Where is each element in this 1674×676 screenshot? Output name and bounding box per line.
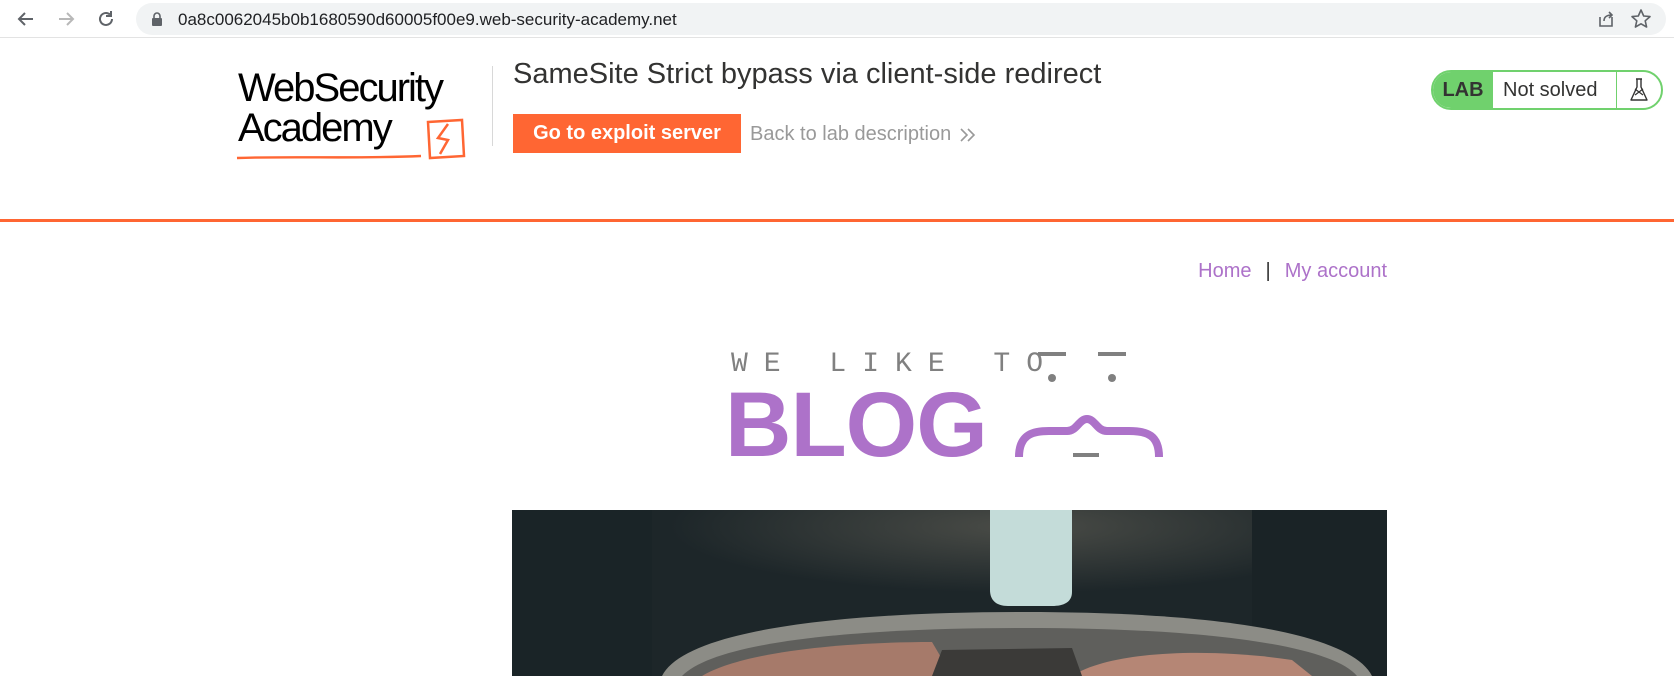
header-divider	[492, 66, 493, 146]
candle-photo	[512, 510, 1387, 676]
bookmark-star-icon[interactable]	[1630, 8, 1652, 30]
lab-status-text: Not solved	[1493, 72, 1617, 108]
lab-badge: LAB	[1433, 72, 1493, 108]
flask-icon	[1617, 72, 1661, 108]
lock-icon	[152, 12, 162, 26]
back-to-lab-description-link[interactable]: Back to lab description	[750, 123, 977, 146]
back-arrow-icon[interactable]	[12, 5, 40, 33]
web-security-academy-logo[interactable]: WebSecurity Academy	[236, 66, 488, 164]
blog-post-image[interactable]	[512, 510, 1387, 676]
banner-title: BLOG	[725, 374, 988, 476]
home-link[interactable]: Home	[1198, 260, 1251, 283]
address-bar[interactable]: 0a8c0062045b0b1680590d60005f00e9.web-sec…	[136, 3, 1666, 35]
browser-toolbar: 0a8c0062045b0b1680590d60005f00e9.web-sec…	[0, 0, 1674, 38]
nav-separator: |	[1265, 260, 1271, 282]
share-icon[interactable]	[1596, 9, 1616, 29]
lab-status-widget: LAB Not solved	[1431, 70, 1663, 110]
logo-lightning-mark-icon	[426, 118, 466, 160]
forward-arrow-icon[interactable]	[52, 5, 80, 33]
logo-underline-swoosh	[236, 154, 422, 160]
academy-header: WebSecurity Academy SameSite Strict bypa…	[0, 38, 1674, 222]
blog-top-links: Home | My account	[1198, 260, 1387, 283]
my-account-link[interactable]: My account	[1285, 260, 1387, 283]
reload-icon[interactable]	[92, 5, 120, 33]
url-text[interactable]: 0a8c0062045b0b1680590d60005f00e9.web-sec…	[178, 10, 677, 30]
lab-title: SameSite Strict bypass via client-side r…	[513, 58, 1102, 90]
blog-banner: WE LIKE TO BLOG	[725, 345, 1170, 475]
logo-text-line2: Academy	[238, 106, 393, 150]
go-to-exploit-server-button[interactable]: Go to exploit server	[513, 114, 741, 153]
double-chevron-right-icon	[960, 127, 976, 142]
logo-text-line1: WebSecurity	[238, 66, 444, 110]
back-link-label: Back to lab description	[750, 123, 952, 145]
blog-face-icon	[1015, 352, 1163, 458]
